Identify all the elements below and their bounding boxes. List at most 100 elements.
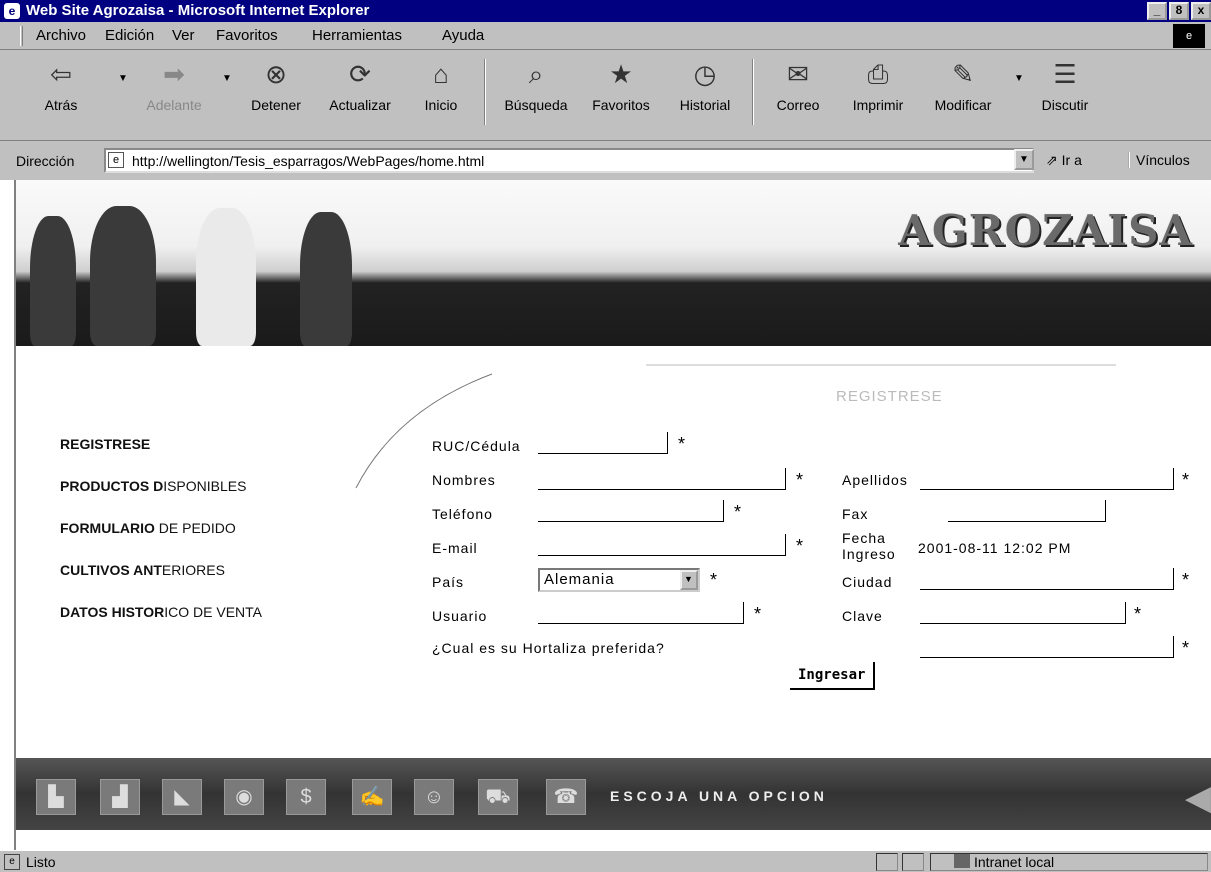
forward-dropdown-icon[interactable]: ▼ xyxy=(222,73,232,84)
links-button[interactable]: Vínculos xyxy=(1128,152,1190,168)
required-mark: * xyxy=(734,502,742,522)
window-controls: _ 8 x xyxy=(1147,2,1211,20)
farmer-icon[interactable]: ☺ xyxy=(414,779,454,815)
address-label: Dirección xyxy=(16,153,75,169)
ruc-input[interactable] xyxy=(538,432,668,454)
page-icon: e xyxy=(108,152,124,168)
discuss-button[interactable]: ☰ Discutir xyxy=(1034,57,1096,131)
required-mark: * xyxy=(1182,638,1190,658)
toolbar-separator xyxy=(484,59,486,125)
standard-toolbar: ⇦ Atrás ▼ ➡ Adelante ▼ ⊗ Detener ⟳ Actua… xyxy=(0,51,1211,141)
status-panel xyxy=(876,853,898,871)
favorites-button[interactable]: ★ Favoritos xyxy=(584,57,658,131)
chevron-down-icon: ▼ xyxy=(680,570,698,590)
address-input[interactable]: e http://wellington/Tesis_esparragos/Web… xyxy=(104,148,1034,173)
web-page: AGROZAISA REGISTRESE REGISTRESE PRODUCTO… xyxy=(14,180,1211,850)
toolbar-separator xyxy=(752,59,754,125)
ruc-label: RUC/Cédula xyxy=(432,438,521,454)
pais-label: País xyxy=(432,574,465,590)
ingreso-label: Ingreso xyxy=(842,546,896,562)
chart-icon[interactable]: ▟ xyxy=(100,779,140,815)
menu-herramientas[interactable]: Herramientas xyxy=(312,27,402,44)
menu-bar: Archivo Edición Ver Favoritos Herramient… xyxy=(0,22,1211,50)
window-title-bar: e Web Site Agrozaisa - Microsoft Interne… xyxy=(0,0,1211,22)
required-mark: * xyxy=(1134,604,1142,624)
farmer-figure xyxy=(300,212,352,346)
print-button[interactable]: ⎙ Imprimir xyxy=(846,57,910,131)
clave-label: Clave xyxy=(842,608,883,624)
search-button[interactable]: ⌕ Búsqueda xyxy=(494,57,578,131)
nav-historico[interactable]: DATOS HISTORICO DE VENTA xyxy=(60,604,262,620)
history-icon: ◷ xyxy=(693,59,717,89)
hand-icon[interactable]: ✍ xyxy=(352,779,392,815)
forward-button[interactable]: ➡ Adelante xyxy=(134,57,214,131)
nav-formulario[interactable]: FORMULARIO DE PEDIDO xyxy=(60,520,236,536)
back-arrow-icon[interactable]: ◀ xyxy=(1185,778,1211,818)
clave-input[interactable] xyxy=(920,602,1126,624)
hortaliza-input[interactable] xyxy=(920,636,1174,658)
menu-archivo[interactable]: Archivo xyxy=(36,27,86,44)
globe-icon[interactable]: ◉ xyxy=(224,779,264,815)
fax-label: Fax xyxy=(842,506,869,522)
mail-icon: ✉ xyxy=(787,59,809,89)
edit-button[interactable]: ✎ Modificar xyxy=(924,57,1002,131)
history-button[interactable]: ◷ Historial xyxy=(670,57,740,131)
status-text: Listo xyxy=(26,854,56,870)
edit-icon: ✎ xyxy=(952,59,974,89)
window-title: Web Site Agrozaisa - Microsoft Internet … xyxy=(26,2,370,19)
buildings-icon[interactable]: ▙ xyxy=(36,779,76,815)
status-zone-panel xyxy=(930,853,1208,871)
status-zone: Intranet local xyxy=(974,854,1055,870)
fax-input[interactable] xyxy=(948,500,1106,522)
required-mark: * xyxy=(796,470,804,490)
required-mark: * xyxy=(796,536,804,556)
address-bar: Dirección e http://wellington/Tesis_espa… xyxy=(0,144,1211,178)
apellidos-input[interactable] xyxy=(920,468,1174,490)
nombres-label: Nombres xyxy=(432,472,496,488)
minimize-button[interactable]: _ xyxy=(1147,2,1167,20)
header-banner: AGROZAISA xyxy=(16,180,1211,346)
refresh-button[interactable]: ⟳ Actualizar xyxy=(318,57,402,131)
home-button[interactable]: ⌂ Inicio xyxy=(416,57,466,131)
edit-dropdown-icon[interactable]: ▼ xyxy=(1014,73,1024,84)
stop-button[interactable]: ⊗ Detener xyxy=(240,57,312,131)
back-dropdown-icon[interactable]: ▼ xyxy=(118,73,128,84)
decorative-rule xyxy=(646,364,1116,366)
phone-icon[interactable]: ☎ xyxy=(546,779,586,815)
close-button[interactable]: x xyxy=(1191,2,1211,20)
ciudad-label: Ciudad xyxy=(842,574,893,590)
ciudad-input[interactable] xyxy=(920,568,1174,590)
home-icon: ⌂ xyxy=(433,59,449,89)
nav-registrese[interactable]: REGISTRESE xyxy=(60,436,150,452)
money-icon[interactable]: $ xyxy=(286,779,326,815)
submit-button[interactable]: Ingresar xyxy=(790,662,876,690)
maximize-button[interactable]: 8 xyxy=(1169,2,1189,20)
hortaliza-label: ¿Cual es su Hortaliza preferida? xyxy=(432,640,665,656)
favorites-icon: ★ xyxy=(609,59,633,89)
truck-icon[interactable]: ⛟ xyxy=(478,779,518,815)
usuario-input[interactable] xyxy=(538,602,744,624)
telefono-input[interactable] xyxy=(538,500,724,522)
menu-ver[interactable]: Ver xyxy=(172,27,195,44)
nav-productos[interactable]: PRODUCTOS DISPONIBLES xyxy=(60,478,246,494)
menu-edicion[interactable]: Edición xyxy=(105,27,154,44)
search-icon: ⌕ xyxy=(528,59,544,89)
mail-button[interactable]: ✉ Correo xyxy=(766,57,830,131)
menu-ayuda[interactable]: Ayuda xyxy=(442,27,484,44)
pais-select[interactable]: Alemania ▼ xyxy=(538,568,700,592)
back-button[interactable]: ⇦ Atrás xyxy=(36,57,86,131)
apellidos-label: Apellidos xyxy=(842,472,908,488)
farmer-figure xyxy=(196,208,256,346)
intranet-icon xyxy=(954,854,970,868)
go-button[interactable]: ⇗ Ir a xyxy=(1046,152,1082,169)
address-dropdown-icon[interactable]: ▼ xyxy=(1014,149,1034,170)
menu-favoritos[interactable]: Favoritos xyxy=(216,27,278,44)
required-mark: * xyxy=(754,604,762,624)
nombres-input[interactable] xyxy=(538,468,786,490)
menu-grip xyxy=(20,26,23,46)
status-panel xyxy=(902,853,924,871)
nav-cultivos[interactable]: CULTIVOS ANTERIORES xyxy=(60,562,225,578)
email-input[interactable] xyxy=(538,534,786,556)
map-icon[interactable]: ◣ xyxy=(162,779,202,815)
telefono-label: Teléfono xyxy=(432,506,493,522)
